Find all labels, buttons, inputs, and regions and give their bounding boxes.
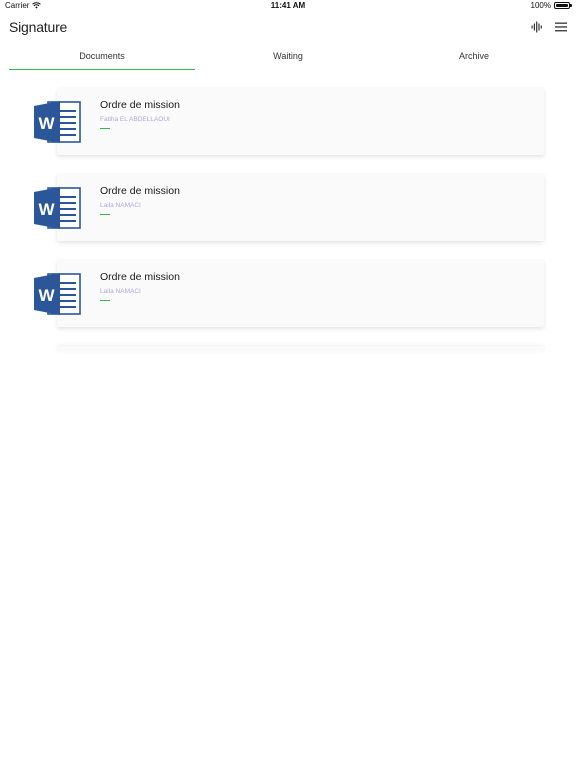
header-actions xyxy=(530,20,568,34)
status-indicator xyxy=(100,300,110,302)
app-title: Signature xyxy=(9,19,68,35)
tab-waiting-label: Waiting xyxy=(273,51,303,61)
word-doc-icon: W xyxy=(34,101,81,143)
tab-bar: Documents Waiting Archive xyxy=(9,44,567,70)
tab-archive-label: Archive xyxy=(458,51,489,61)
document-title: Ordre de mission xyxy=(100,271,180,283)
app-header: Signature xyxy=(0,14,576,42)
document-row: Ordre de mission Laila NAMACI W xyxy=(0,174,576,260)
document-title: Ordre de mission xyxy=(100,185,180,197)
svg-text:W: W xyxy=(38,200,55,219)
status-bar: Carrier 11:41 AM 100% xyxy=(0,0,576,12)
document-list: Ordre de mission Fatiha EL ABDELLAOUI W … xyxy=(0,88,576,352)
tab-documents-label: Documents xyxy=(79,51,125,61)
document-row: Ordre de mission Laila NAMACI W xyxy=(0,260,576,346)
document-card[interactable]: Ordre de mission Laila NAMACI xyxy=(57,260,544,327)
voice-wave-icon[interactable] xyxy=(530,20,544,34)
status-indicator xyxy=(100,214,110,216)
document-title: Ordre de mission xyxy=(100,99,180,111)
tab-documents[interactable]: Documents xyxy=(9,44,195,70)
tab-archive[interactable]: Archive xyxy=(381,44,567,70)
tab-waiting[interactable]: Waiting xyxy=(195,44,381,70)
word-doc-icon: W xyxy=(34,187,81,229)
clock: 11:41 AM xyxy=(270,1,306,10)
document-author: Laila NAMACI xyxy=(100,288,141,295)
word-doc-icon: W xyxy=(34,273,81,315)
status-right: 100% xyxy=(530,1,572,10)
document-card-partial xyxy=(57,346,544,352)
battery-icon xyxy=(554,2,572,9)
document-card[interactable]: Ordre de mission Fatiha EL ABDELLAOUI xyxy=(57,88,544,155)
document-author: Fatiha EL ABDELLAOUI xyxy=(100,116,170,123)
document-row: Ordre de mission Fatiha EL ABDELLAOUI W xyxy=(0,88,576,174)
status-indicator xyxy=(100,128,110,130)
document-author: Laila NAMACI xyxy=(100,202,141,209)
battery-percent: 100% xyxy=(530,1,551,10)
document-card[interactable]: Ordre de mission Laila NAMACI xyxy=(57,174,544,241)
svg-text:W: W xyxy=(38,114,55,133)
hamburger-menu-icon[interactable] xyxy=(554,20,568,34)
svg-text:W: W xyxy=(38,286,55,305)
